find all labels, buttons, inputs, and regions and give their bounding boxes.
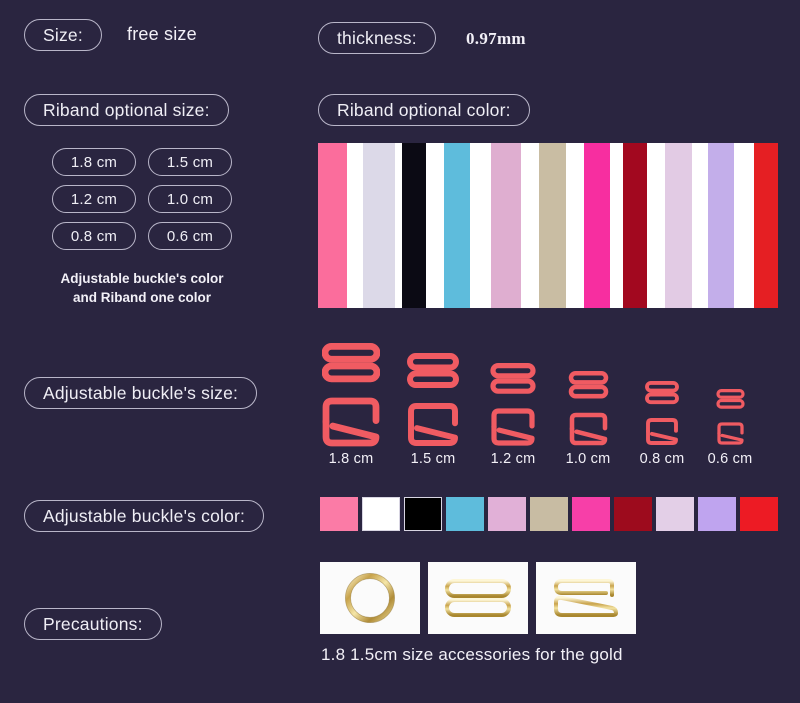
buckle-size-diagram: 1.8 cm 1.5 cm 1.2 cm 1.0 cm 0.8 cm 0.6 cm [318,322,778,467]
g-hook-icon [646,418,678,445]
riband-swatch-white [734,143,754,308]
buckle-swatch-light-lilac[interactable] [656,497,694,531]
buckle-swatch-sky-blue[interactable] [446,497,484,531]
figure8-slider-icon [715,389,745,409]
buckle-swatch-dark-red[interactable] [614,497,652,531]
riband-size-options: 1.8 cm 1.5 cm 1.2 cm 1.0 cm 0.8 cm 0.6 c… [52,148,232,250]
riband-swatch-white [647,143,665,308]
riband-size-option[interactable]: 1.0 cm [148,185,232,213]
riband-swatch-white [426,143,444,308]
riband-swatch-sky-blue [443,143,470,308]
riband-swatch-light-lilac [664,143,693,308]
buckle-swatch-pink-lilac[interactable] [488,497,526,531]
riband-swatch-white [610,143,623,308]
buckle-color-label-pill: Adjustable buckle's color: [24,500,265,532]
gold-accessory-photos [320,562,636,634]
riband-size-option[interactable]: 1.8 cm [52,148,136,176]
size-label: Size: [43,24,83,45]
riband-color-label: Riband optional color: [337,99,511,120]
figure8-slider-icon [645,380,679,405]
riband-swatch-white [347,143,364,308]
buckle-size-item: 1.8 cm [311,340,391,467]
riband-color-label-pill: Riband optional color: [318,94,530,126]
precautions-label: Precautions: [43,613,143,634]
buckle-size-item: 1.2 cm [473,360,553,467]
size-label-pill: Size: [24,19,102,51]
riband-swatch-dark-red [622,143,648,308]
gold-slider-icon [445,579,511,617]
gold-hook-photo [536,562,636,634]
buckle-swatch-magenta[interactable] [572,497,610,531]
riband-size-option[interactable]: 1.2 cm [52,185,136,213]
riband-size-option[interactable]: 1.5 cm [148,148,232,176]
buckle-size-label-text: 1.2 cm [490,451,536,467]
buckle-size-item: 0.6 cm [690,386,770,467]
gold-o-ring-icon [345,573,395,623]
g-hook-icon [716,422,744,445]
thickness-label-pill: thickness: [318,22,436,54]
gold-hook-icon [553,579,618,617]
g-hook-icon [491,408,535,446]
riband-swatch-tan [539,143,567,308]
product-spec-page: Size: free size thickness: 0.97mm Riband… [0,0,800,703]
riband-size-option[interactable]: 0.8 cm [52,222,136,250]
buckle-size-label: Adjustable buckle's size: [43,382,239,403]
thickness-label: thickness: [337,27,417,48]
buckle-swatch-pink[interactable] [320,497,358,531]
gold-accessory-caption: 1.8 1.5cm size accessories for the gold [321,645,623,664]
riband-size-label: Riband optional size: [43,99,210,120]
riband-swatch-white [692,143,709,308]
thickness-value: 0.97mm [466,29,526,48]
size-value: free size [127,24,197,44]
buckle-color-swatches [320,497,778,531]
riband-swatch-white [469,143,491,308]
buckle-size-item: 1.5 cm [393,350,473,467]
riband-size-label-pill: Riband optional size: [24,94,229,126]
buckle-swatch-periwinkle[interactable] [698,497,736,531]
figure8-slider-icon [568,371,608,399]
gold-o-ring-photo [320,562,420,634]
riband-color-swatch-panel [318,143,778,308]
figure8-slider-icon [322,343,380,383]
precautions-label-pill: Precautions: [24,608,162,640]
buckle-size-label-text: 0.8 cm [639,451,685,467]
g-hook-icon [569,412,607,446]
figure8-slider-icon [490,362,536,394]
riband-color-note: Adjustable buckle's color and Riband one… [60,271,224,305]
riband-swatch-red [753,143,778,308]
buckle-size-label-text: 1.0 cm [565,451,611,467]
figure8-slider-icon [407,352,459,389]
buckle-size-item: 1.0 cm [548,368,628,467]
buckle-swatch-red[interactable] [740,497,778,531]
buckle-size-label-text: 1.8 cm [328,451,374,467]
riband-swatch-hot-pink [318,143,348,308]
riband-swatch-lavender-white [363,143,396,308]
buckle-color-label: Adjustable buckle's color: [43,505,246,526]
g-hook-icon [322,397,380,447]
riband-size-option[interactable]: 0.6 cm [148,222,232,250]
riband-swatch-pink-lilac [490,143,522,308]
riband-swatch-black [401,143,427,308]
buckle-size-label-pill: Adjustable buckle's size: [24,377,258,409]
gold-slider-photo [428,562,528,634]
riband-swatch-white [566,143,585,308]
buckle-size-label-text: 1.5 cm [410,451,456,467]
riband-swatch-magenta [584,143,611,308]
buckle-swatch-tan[interactable] [530,497,568,531]
riband-swatch-white [521,143,540,308]
buckle-swatch-white[interactable] [362,497,400,531]
riband-swatch-periwinkle [708,143,735,308]
buckle-swatch-black[interactable] [404,497,442,531]
g-hook-icon [408,403,458,446]
buckle-size-label-text: 0.6 cm [707,451,753,467]
